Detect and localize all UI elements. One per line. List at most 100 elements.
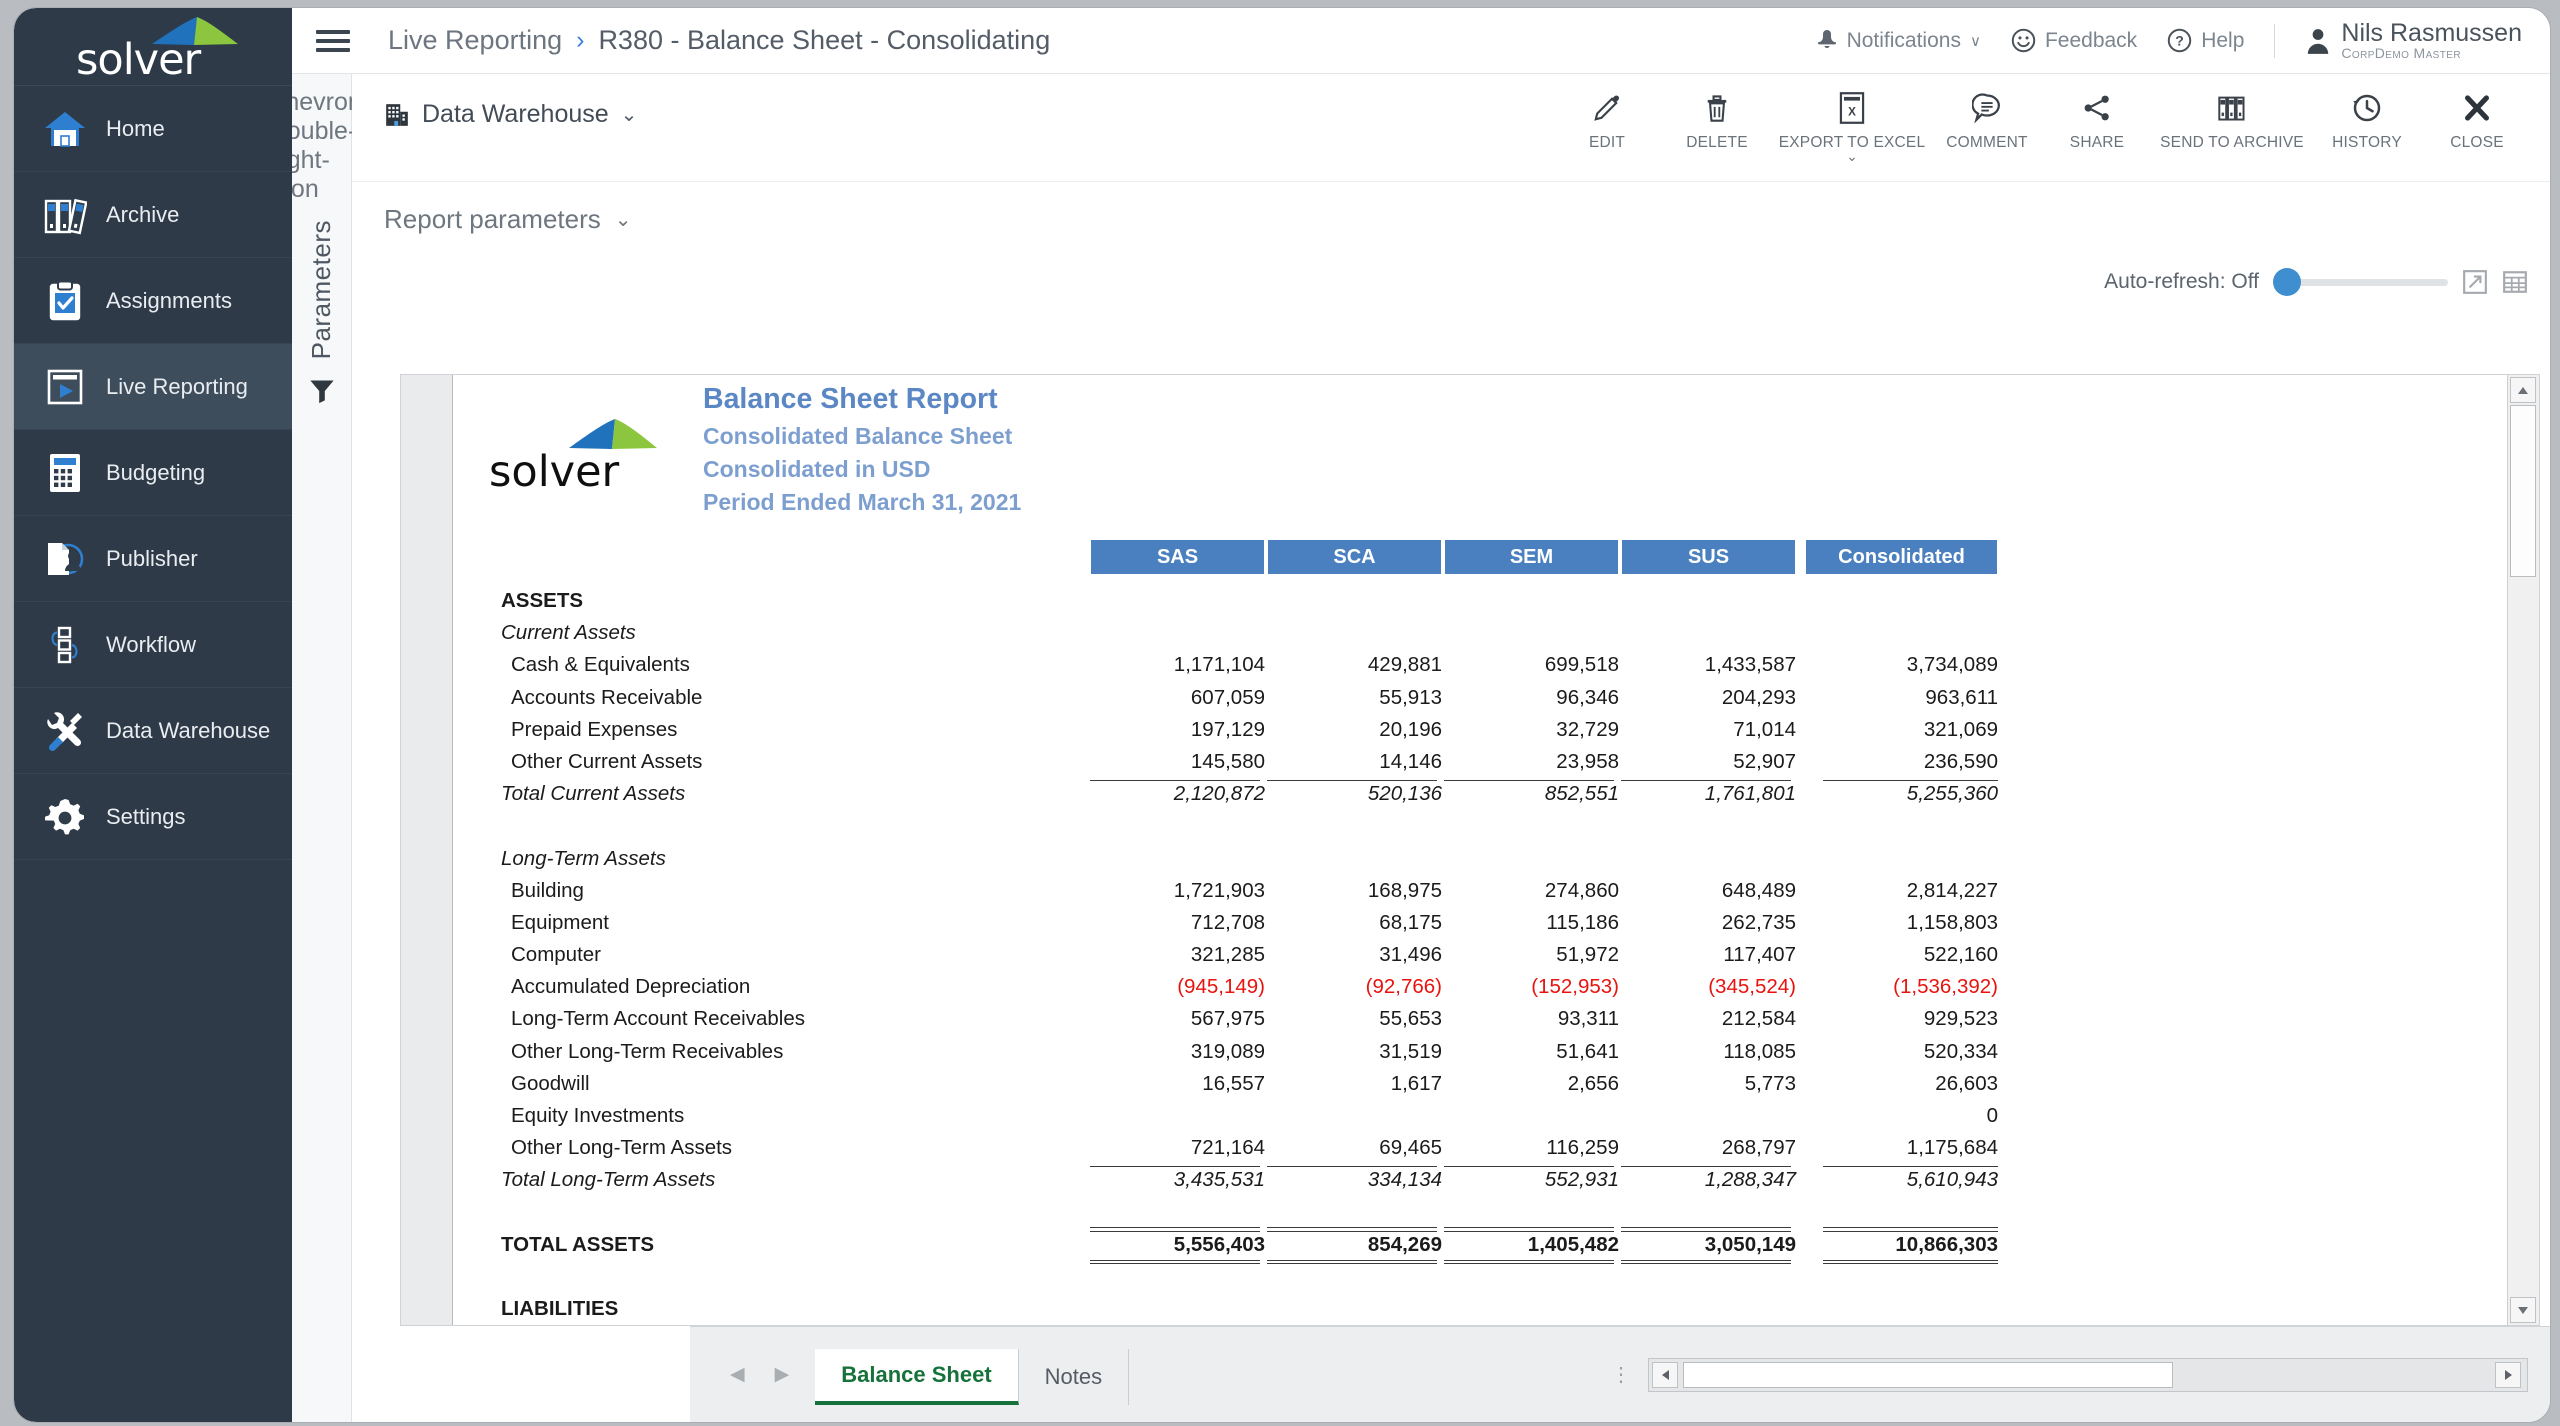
- scroll-up-button[interactable]: [2510, 377, 2536, 403]
- row-label: Equipment: [511, 910, 610, 934]
- feedback-button[interactable]: Feedback: [2011, 28, 2137, 53]
- row-label: Goodwill: [511, 1071, 590, 1095]
- chevron-down-icon: ⌄: [1846, 148, 1858, 164]
- table-cell: (152,953): [1531, 975, 1619, 999]
- table-cell: 262,735: [1721, 910, 1796, 934]
- parameters-rail-label[interactable]: Parameters: [306, 220, 337, 359]
- sidebar-item-home[interactable]: Home: [14, 86, 292, 172]
- edit-button[interactable]: EDIT: [1552, 86, 1662, 152]
- notifications-button[interactable]: Notifications ∨: [1816, 29, 1981, 53]
- report-rows: ASSETS Current Assets Cash & Equivalents 1,…: [453, 587, 2507, 1325]
- parameters-rail: chevron-double-right-icon Parameters: [273, 74, 370, 1422]
- sidebar-item-settings[interactable]: Settings: [14, 774, 292, 860]
- help-button[interactable]: ? Help: [2167, 28, 2244, 53]
- breadcrumb-root[interactable]: Live Reporting: [388, 25, 562, 56]
- clock-history-icon: [2352, 86, 2382, 130]
- tab-balance-sheet[interactable]: Balance Sheet: [815, 1348, 1019, 1405]
- close-button[interactable]: CLOSE: [2422, 86, 2532, 152]
- user-menu[interactable]: Nils Rasmussen CorpDemo Master: [2305, 20, 2522, 61]
- table-cell: 522,160: [1923, 943, 1998, 967]
- delete-button[interactable]: DELETE: [1662, 86, 1772, 152]
- toolbar-item-label: DELETE: [1686, 134, 1748, 151]
- sidebar-item-data-warehouse[interactable]: Data Warehouse: [14, 688, 292, 774]
- user-role: CorpDemo Master: [2341, 45, 2461, 62]
- history-button[interactable]: HISTORY: [2312, 86, 2422, 152]
- report-logo: solver: [489, 417, 665, 497]
- column-header-sem: SEM: [1444, 539, 1619, 575]
- gear-icon: [40, 796, 90, 838]
- column-header-sas: SAS: [1090, 539, 1265, 575]
- table-cell: 55,653: [1379, 1007, 1442, 1031]
- grip-handle[interactable]: ⋮: [1611, 1365, 1632, 1385]
- table-cell: 31,496: [1379, 943, 1442, 967]
- table-cell: 1,175,684: [1906, 1136, 1998, 1160]
- sidebar-item-workflow[interactable]: Workflow: [14, 602, 292, 688]
- content-area: Data Warehouse ⌄ EDIT DELETE X EXPORT TO EX…: [352, 74, 2550, 1422]
- report-action-toolbar: EDIT DELETE X EXPORT TO EXCEL ⌄ COMMENT SHARE S…: [1552, 86, 2532, 164]
- table-cell: 51,641: [1556, 1039, 1619, 1063]
- row-label: Equity Investments: [511, 1104, 685, 1127]
- triangle-right-icon: [2504, 1369, 2512, 1380]
- sheet-next-button[interactable]: ▶: [775, 1363, 790, 1386]
- datasource-selector[interactable]: Data Warehouse ⌄: [384, 100, 637, 129]
- fullscreen-icon[interactable]: [2462, 269, 2488, 295]
- horizontal-scrollbar[interactable]: [1648, 1357, 2528, 1392]
- vertical-scroll-thumb[interactable]: [2510, 405, 2536, 577]
- scroll-down-button[interactable]: [2510, 1297, 2536, 1323]
- tab-notes[interactable]: Notes: [1019, 1348, 1130, 1405]
- sheet-prev-button[interactable]: ◀: [730, 1363, 745, 1386]
- report-subtitle-3: Period Ended March 31, 2021: [703, 489, 1022, 515]
- hamburger-icon[interactable]: [316, 25, 350, 57]
- sidebar-item-label: Publisher: [106, 545, 198, 571]
- chevron-down-icon: ⌄: [614, 208, 632, 231]
- sidebar-item-live-reporting[interactable]: Live Reporting: [14, 344, 292, 430]
- wrench-hammer-icon: [40, 710, 90, 752]
- table-cell: 321,069: [1923, 717, 1998, 741]
- horizontal-scroll-thumb[interactable]: [1683, 1361, 2173, 1388]
- table-cell: 1,721,903: [1173, 878, 1265, 902]
- table-cell: 23,958: [1556, 749, 1619, 773]
- sidebar-item-assignments[interactable]: Assignments: [14, 258, 292, 344]
- table-row: Other Current Assets 145,580 14,146 23,958 5…: [453, 748, 2507, 782]
- row-label: Other Long-Term Receivables: [511, 1039, 784, 1063]
- sidebar-brand-name: solver: [76, 34, 201, 85]
- toolbar-item-label: EDIT: [1588, 134, 1626, 151]
- sidebar-item-archive[interactable]: Archive: [14, 172, 292, 258]
- sidebar-item-label: Data Warehouse: [106, 717, 271, 743]
- auto-refresh-slider[interactable]: [2273, 268, 2448, 296]
- hscroll-right-button[interactable]: [2495, 1361, 2521, 1388]
- table-cell: 204,293: [1721, 685, 1796, 709]
- document-person-icon: [40, 538, 90, 580]
- table-cell: 520,334: [1923, 1039, 1998, 1063]
- table-cell: 1,288,347: [1704, 1168, 1796, 1192]
- table-cell: 1,405,482: [1527, 1232, 1619, 1256]
- grid-table-icon[interactable]: [2502, 269, 2528, 295]
- report-parameters-toggle[interactable]: Report parameters ⌄: [384, 204, 632, 235]
- table-cell: 93,311: [1557, 1007, 1619, 1031]
- sidebar-item-publisher[interactable]: Publisher: [14, 516, 292, 602]
- table-cell: 16,557: [1202, 1071, 1265, 1095]
- table-cell: 1,171,104: [1173, 653, 1265, 677]
- question-circle-icon: ?: [2167, 28, 2192, 53]
- play-window-icon: [40, 366, 90, 408]
- share-button[interactable]: SHARE: [2042, 86, 2152, 152]
- toolbar-divider: [2274, 23, 2276, 58]
- excel-file-icon: X: [1838, 86, 1866, 130]
- report-vertical-scrollbar[interactable]: [2507, 375, 2539, 1325]
- chevron-down-icon: ⌄: [620, 104, 638, 126]
- table-cell: 26,603: [1935, 1071, 1998, 1095]
- table-cell: 32,729: [1556, 717, 1619, 741]
- row-label: TOTAL ASSETS: [501, 1232, 655, 1256]
- sidebar-item-budgeting[interactable]: Budgeting: [14, 430, 292, 516]
- table-cell: 274,860: [1544, 878, 1619, 902]
- slider-knob[interactable]: [2273, 268, 2301, 296]
- table-cell: 68,175: [1379, 910, 1442, 934]
- table-row: Cash & Equivalents 1,171,104 429,881 699,51…: [453, 651, 2507, 683]
- hscroll-left-button[interactable]: [1652, 1361, 1678, 1388]
- send-to-archive-button[interactable]: SEND TO ARCHIVE: [2152, 86, 2312, 152]
- export-to-excel-button[interactable]: X EXPORT TO EXCEL ⌄: [1772, 86, 1932, 164]
- application-window: solver Home Archive Assignments Live Report…: [14, 8, 2550, 1422]
- comment-button[interactable]: COMMENT: [1932, 86, 2042, 152]
- funnel-icon[interactable]: [308, 377, 336, 405]
- table-cell: 429,881: [1367, 653, 1442, 677]
